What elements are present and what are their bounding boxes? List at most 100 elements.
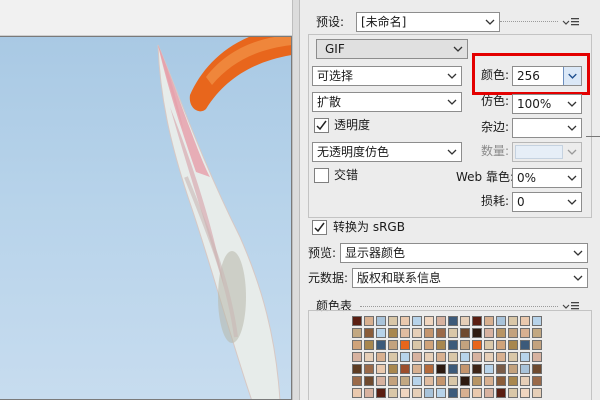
color-swatch[interactable] [520,316,530,326]
color-swatch[interactable] [424,340,434,350]
color-swatch[interactable] [532,388,542,398]
color-swatch[interactable] [508,352,518,362]
color-reduction-select[interactable]: 可选择 [312,66,462,86]
color-swatch[interactable] [460,364,470,374]
color-swatch[interactable] [424,316,434,326]
color-swatch[interactable] [388,376,398,386]
color-swatch[interactable] [520,364,530,374]
color-swatch[interactable] [424,352,434,362]
color-swatch[interactable] [412,352,422,362]
color-swatch[interactable] [448,328,458,338]
color-swatch[interactable] [472,316,482,326]
color-swatch[interactable] [412,364,422,374]
color-swatch[interactable] [412,316,422,326]
color-swatch[interactable] [352,352,362,362]
color-swatch[interactable] [460,352,470,362]
color-swatch[interactable] [412,340,422,350]
color-swatch[interactable] [376,340,386,350]
color-swatch[interactable] [520,388,530,398]
color-swatch[interactable] [388,340,398,350]
web-snap-select[interactable]: 0% [512,168,582,188]
color-swatch[interactable] [484,352,494,362]
color-swatch[interactable] [388,388,398,398]
color-swatch[interactable] [412,376,422,386]
color-swatch[interactable] [364,340,374,350]
color-swatch[interactable] [436,340,446,350]
color-swatch[interactable] [508,364,518,374]
color-swatch[interactable] [364,352,374,362]
color-swatch[interactable] [364,388,374,398]
color-swatch[interactable] [520,376,530,386]
color-swatch[interactable] [496,376,506,386]
color-swatch[interactable] [436,352,446,362]
amount-select[interactable] [512,142,582,162]
color-swatch[interactable] [424,328,434,338]
color-swatch[interactable] [448,364,458,374]
metadata-select[interactable]: 版权和联系信息 [352,268,588,288]
dither-method-select[interactable]: 扩散 [312,92,462,112]
color-swatch[interactable] [388,364,398,374]
color-swatch[interactable] [508,340,518,350]
color-swatch[interactable] [484,376,494,386]
color-swatch[interactable] [484,340,494,350]
color-swatch[interactable] [460,316,470,326]
color-swatch[interactable] [496,388,506,398]
color-swatch[interactable] [484,388,494,398]
color-swatch[interactable] [496,328,506,338]
lossy-select[interactable]: 0 [512,192,582,212]
color-swatch[interactable] [424,388,434,398]
color-swatch[interactable] [376,388,386,398]
color-swatch[interactable] [364,364,374,374]
color-swatch[interactable] [376,328,386,338]
color-swatch[interactable] [352,388,362,398]
color-swatch[interactable] [520,328,530,338]
color-swatch[interactable] [352,364,362,374]
interlaced-checkbox[interactable] [314,168,329,183]
color-swatch[interactable] [436,316,446,326]
color-swatch[interactable] [376,364,386,374]
color-swatch[interactable] [352,340,362,350]
color-swatch[interactable] [532,328,542,338]
color-swatch[interactable] [496,352,506,362]
color-swatch[interactable] [448,316,458,326]
color-swatch[interactable] [472,388,482,398]
color-swatch[interactable] [532,364,542,374]
preset-select[interactable]: [未命名] [356,12,500,32]
dither-select[interactable]: 100% [512,94,582,114]
color-swatch[interactable] [532,340,542,350]
color-swatch[interactable] [508,388,518,398]
format-select[interactable]: GIF [316,39,468,59]
color-swatch[interactable] [472,328,482,338]
color-swatch[interactable] [436,328,446,338]
color-swatch[interactable] [496,316,506,326]
color-swatch[interactable] [472,364,482,374]
color-swatch[interactable] [508,376,518,386]
color-swatch[interactable] [412,328,422,338]
color-swatch[interactable] [364,376,374,386]
color-swatch[interactable] [412,388,422,398]
color-swatch[interactable] [448,388,458,398]
color-swatch[interactable] [484,328,494,338]
color-swatch[interactable] [472,340,482,350]
color-swatch[interactable] [484,316,494,326]
color-swatch[interactable] [388,352,398,362]
color-swatch[interactable] [376,316,386,326]
preview-select[interactable]: 显示器颜色 [340,243,588,263]
color-swatch[interactable] [508,328,518,338]
transparency-dither-select[interactable]: 无透明度仿色 [312,142,462,162]
color-swatch[interactable] [484,364,494,374]
color-swatch[interactable] [448,352,458,362]
color-swatch[interactable] [400,376,410,386]
color-swatch[interactable] [364,316,374,326]
color-swatch[interactable] [388,328,398,338]
color-swatch[interactable] [436,376,446,386]
color-swatch[interactable] [424,364,434,374]
color-swatch[interactable] [388,316,398,326]
color-swatch[interactable] [448,376,458,386]
color-swatch[interactable] [400,340,410,350]
color-swatch[interactable] [400,388,410,398]
color-swatch[interactable] [400,364,410,374]
color-swatch[interactable] [496,340,506,350]
color-swatch[interactable] [424,376,434,386]
color-swatch[interactable] [364,328,374,338]
